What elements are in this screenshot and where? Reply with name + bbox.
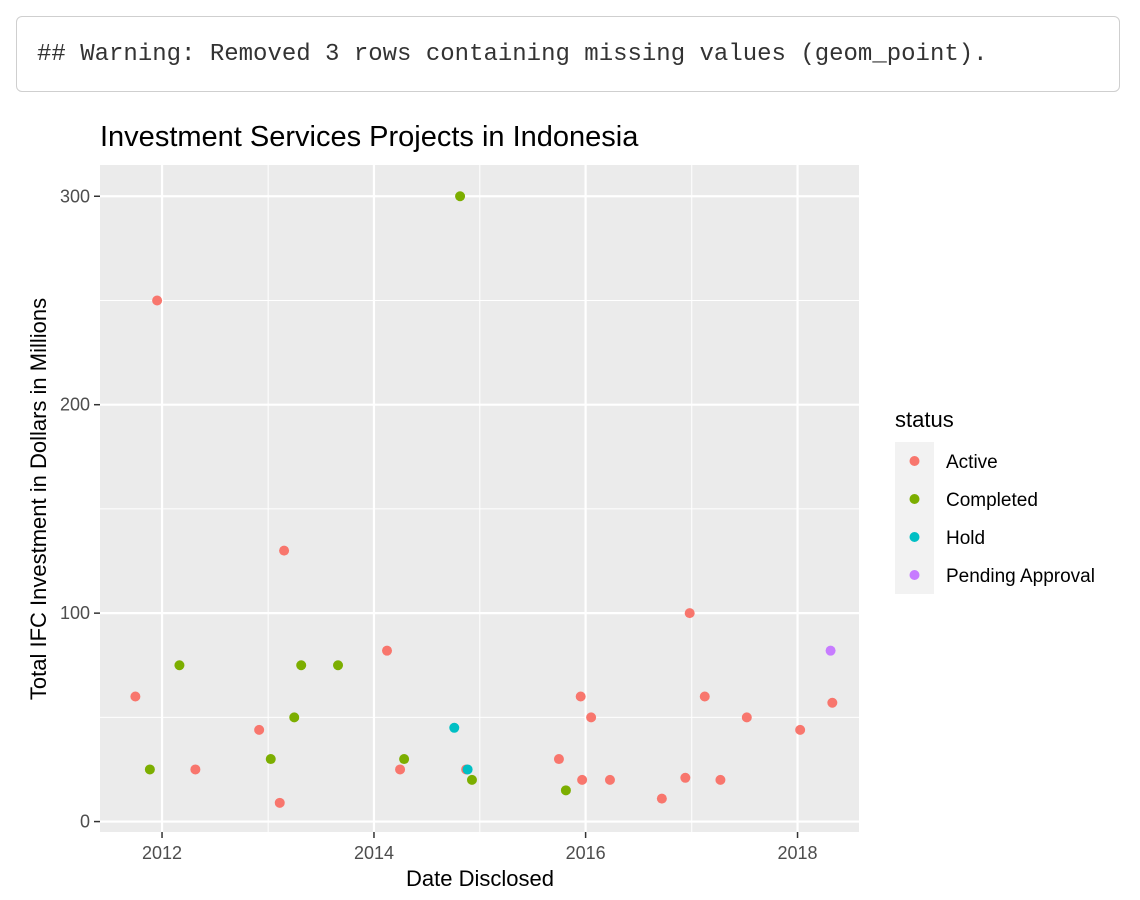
data-point: [333, 660, 344, 671]
data-point: [577, 774, 588, 785]
y-tick-label: 100: [60, 603, 90, 623]
data-point: [399, 754, 410, 765]
data-point: [455, 191, 466, 202]
data-point: [586, 712, 597, 723]
y-axis: 0 100 200 300: [60, 186, 100, 832]
legend-label: Pending Approval: [946, 566, 1095, 587]
legend-key: [909, 532, 920, 542]
data-point: [174, 660, 185, 671]
x-tick-label: 2012: [142, 843, 182, 863]
x-tick-label: 2016: [566, 843, 606, 863]
legend-key: [909, 456, 920, 466]
data-point: [289, 712, 300, 723]
legend-key: [909, 494, 920, 504]
data-point: [827, 697, 838, 708]
data-point: [152, 295, 163, 306]
x-axis: 2012 2014 2016 2018: [142, 832, 818, 863]
data-point: [144, 764, 155, 775]
y-tick-label: 300: [60, 186, 90, 206]
legend-label: Completed: [946, 490, 1038, 511]
data-point: [466, 774, 477, 785]
y-axis-title: Total IFC Investment in Dollars in Milli…: [26, 298, 51, 700]
data-point: [795, 724, 806, 735]
x-axis-title: Date Disclosed: [406, 866, 554, 891]
data-point: [825, 645, 836, 656]
y-tick-label: 0: [80, 812, 90, 832]
x-tick-label: 2014: [354, 843, 394, 863]
legend-label: Hold: [946, 528, 985, 549]
data-point: [274, 797, 285, 808]
data-point: [382, 645, 393, 656]
x-tick-label: 2018: [778, 843, 818, 863]
console-warning-text: ## Warning: Removed 3 rows containing mi…: [37, 41, 988, 68]
scatter-chart: Investment Services Projects in Indonesi…: [26, 121, 1095, 891]
chart-title: Investment Services Projects in Indonesi…: [100, 121, 639, 153]
data-point: [462, 764, 473, 775]
data-point: [560, 785, 571, 796]
data-point: [684, 608, 695, 619]
y-tick-label: 200: [60, 395, 90, 415]
data-point: [715, 774, 726, 785]
data-point: [604, 774, 615, 785]
data-point: [279, 545, 290, 556]
legend-key: [909, 570, 920, 580]
data-point: [575, 691, 586, 702]
console-warning-box: ## Warning: Removed 3 rows containing mi…: [16, 16, 1120, 92]
data-point: [296, 660, 307, 671]
legend: status Active Completed Hold Pending Approv…: [895, 407, 1095, 594]
data-point: [265, 754, 276, 765]
data-point: [449, 722, 460, 733]
data-point: [130, 691, 141, 702]
data-point: [741, 712, 752, 723]
data-point: [254, 724, 265, 735]
legend-label: Active: [946, 452, 998, 473]
data-point: [699, 691, 710, 702]
data-point: [553, 754, 564, 765]
data-point: [656, 793, 667, 804]
data-point: [395, 764, 406, 775]
legend-title: status: [895, 407, 954, 432]
data-point: [190, 764, 201, 775]
data-point: [680, 772, 691, 783]
